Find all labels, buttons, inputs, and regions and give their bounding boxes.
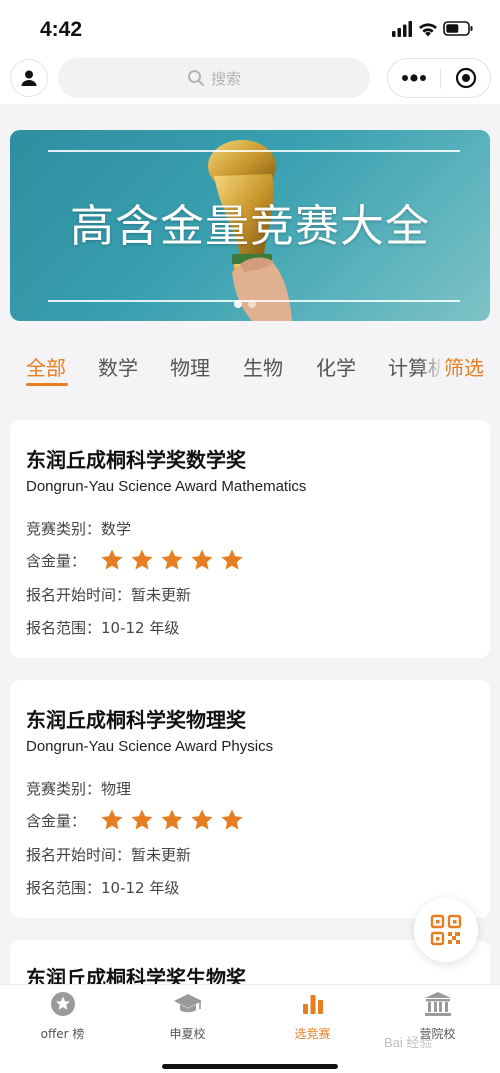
competition-title: 东润丘成桐科学奖物理奖 bbox=[26, 708, 246, 732]
battery-icon bbox=[443, 21, 473, 36]
star-badge-icon bbox=[0, 991, 125, 1017]
rating-row: 含金量： bbox=[26, 808, 244, 832]
active-tab-indicator bbox=[26, 383, 68, 386]
category-value: 物理 bbox=[101, 780, 132, 798]
tab-scroll-fade bbox=[420, 346, 444, 386]
category-value: 数学 bbox=[101, 520, 132, 538]
eligibility-value: 10-12 年级 bbox=[101, 879, 180, 897]
nav-label: 选竞赛 bbox=[294, 1027, 331, 1041]
status-bar: 4:42 bbox=[0, 0, 500, 56]
category-row: 竞赛类别： 数学 bbox=[26, 518, 131, 539]
person-icon bbox=[21, 70, 37, 86]
more-dots-icon bbox=[402, 74, 426, 82]
star-icon bbox=[191, 549, 213, 570]
filter-button[interactable]: 筛选 bbox=[444, 352, 484, 381]
profile-button[interactable] bbox=[10, 59, 48, 97]
rating-label: 含金量： bbox=[26, 811, 87, 830]
star-icon bbox=[131, 809, 153, 830]
status-time: 4:42 bbox=[40, 18, 83, 41]
eligibility-value: 10-12 年级 bbox=[101, 619, 180, 637]
eligibility-label: 报名范围： bbox=[26, 879, 102, 897]
qr-code-icon bbox=[430, 914, 462, 946]
star-icon bbox=[221, 549, 243, 570]
nav-summer-school[interactable]: 申夏校 bbox=[125, 991, 250, 1042]
nav-offer-ranking[interactable]: offer 榜 bbox=[0, 991, 125, 1042]
signal-icon bbox=[392, 21, 412, 37]
carousel-dot-active bbox=[234, 300, 242, 308]
registration-start-label: 报名开始时间： bbox=[26, 846, 132, 864]
eligibility-label: 报名范围： bbox=[26, 619, 102, 637]
star-icon bbox=[131, 549, 153, 570]
star-icon bbox=[191, 809, 213, 830]
registration-start-label: 报名开始时间： bbox=[26, 586, 132, 604]
banner-title: 高含金量竞赛大全 bbox=[70, 201, 430, 252]
eligibility-row: 报名范围： 10-12 年级 bbox=[26, 877, 179, 898]
search-placeholder: 搜索 bbox=[210, 69, 241, 88]
registration-start-row: 报名开始时间： 暂未更新 bbox=[26, 844, 191, 865]
star-icon bbox=[101, 809, 123, 830]
category-label: 竞赛类别： bbox=[26, 780, 102, 798]
tab-math[interactable]: 数学 bbox=[98, 352, 138, 381]
bar-chart-icon bbox=[250, 991, 375, 1017]
watermark: Bai 经验 bbox=[384, 1035, 433, 1050]
star-icon bbox=[101, 549, 123, 570]
registration-start-value: 暂未更新 bbox=[131, 586, 192, 604]
competition-card[interactable]: 东润丘成桐科学奖物理奖 Dongrun-Yau Science Award Ph… bbox=[10, 680, 490, 918]
rating-row: 含金量： bbox=[26, 548, 244, 572]
category-tabs: 全部 数学 物理 生物 化学 计算机 筛选 bbox=[0, 340, 500, 396]
registration-start-value: 暂未更新 bbox=[131, 846, 192, 864]
competition-title: 东润丘成桐科学奖生物奖 bbox=[26, 966, 246, 984]
institution-icon bbox=[375, 991, 500, 1017]
mini-program-capsule bbox=[387, 58, 491, 98]
category-label: 竞赛类别： bbox=[26, 520, 102, 538]
banner-top-rule bbox=[48, 150, 460, 152]
competition-title: 东润丘成桐科学奖数学奖 bbox=[26, 448, 246, 472]
carousel-indicator bbox=[234, 300, 256, 308]
nav-competitions[interactable]: 选竞赛 bbox=[250, 991, 375, 1042]
star-rating bbox=[100, 548, 244, 572]
star-icon bbox=[161, 549, 183, 570]
tab-chemistry[interactable]: 化学 bbox=[316, 352, 356, 381]
status-icons bbox=[392, 21, 473, 37]
close-miniprogram-button[interactable] bbox=[441, 59, 491, 97]
banner[interactable]: 高含金量竞赛大全 bbox=[10, 130, 490, 321]
tab-biology[interactable]: 生物 bbox=[243, 352, 283, 381]
registration-start-row: 报名开始时间： 暂未更新 bbox=[26, 584, 191, 605]
search-input[interactable]: 搜索 bbox=[58, 58, 370, 98]
competition-english-title: Dongrun-Yau Science Award Mathematics bbox=[26, 478, 307, 495]
carousel-dot bbox=[248, 300, 256, 308]
nav-label: offer 榜 bbox=[40, 1027, 85, 1041]
eligibility-row: 报名范围： 10-12 年级 bbox=[26, 617, 179, 638]
category-row: 竞赛类别： 物理 bbox=[26, 778, 131, 799]
tab-physics[interactable]: 物理 bbox=[170, 352, 210, 381]
search-icon bbox=[187, 69, 205, 87]
star-icon bbox=[221, 809, 243, 830]
home-indicator[interactable] bbox=[162, 1064, 338, 1069]
tab-all[interactable]: 全部 bbox=[26, 352, 66, 381]
graduation-cap-icon bbox=[125, 991, 250, 1017]
qr-code-button[interactable] bbox=[414, 898, 478, 962]
competition-card[interactable]: 东润丘成桐科学奖数学奖 Dongrun-Yau Science Award Ma… bbox=[10, 420, 490, 658]
competition-english-title: Dongrun-Yau Science Award Physics bbox=[26, 738, 274, 755]
wifi-icon bbox=[419, 23, 437, 37]
target-circle-icon bbox=[455, 67, 477, 89]
star-icon bbox=[161, 809, 183, 830]
nav-label: 申夏校 bbox=[169, 1027, 206, 1041]
more-options-button[interactable] bbox=[388, 59, 440, 97]
rating-label: 含金量： bbox=[26, 551, 87, 570]
header: 搜索 bbox=[0, 56, 500, 104]
star-rating bbox=[100, 808, 244, 832]
bottom-tab-bar: offer 榜 申夏校 选竞赛 营院校 bbox=[0, 984, 500, 1073]
